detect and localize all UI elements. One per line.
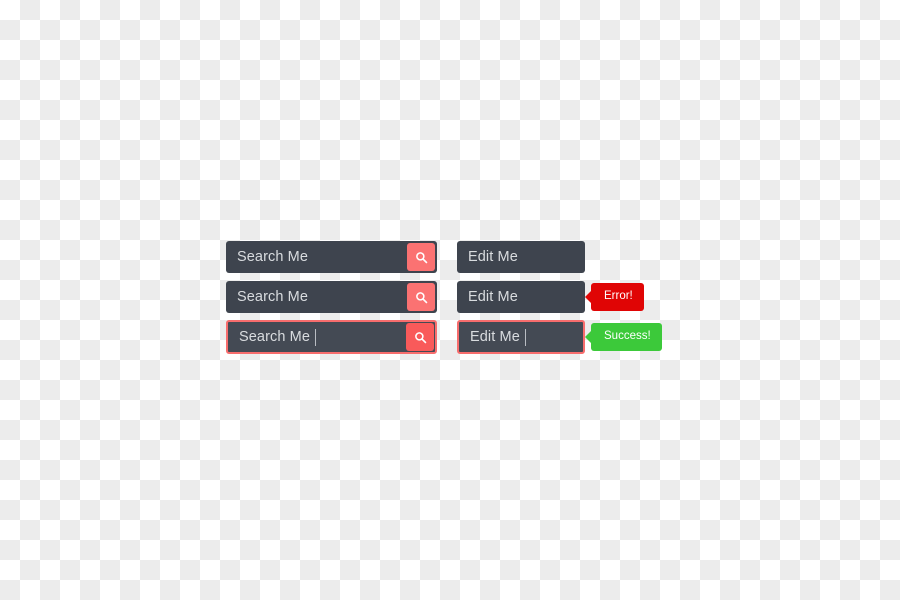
edit-input-focused[interactable]: Edit Me [457, 320, 585, 354]
search-input-group-focused[interactable]: Search Me [226, 320, 437, 354]
edit-input[interactable]: Edit Me [457, 241, 585, 273]
status-badge-success: Success! [591, 323, 662, 351]
search-icon [415, 251, 428, 264]
search-icon [414, 331, 427, 344]
input-widget-stage: Search Me Edit Me Search Me Edit Me Erro… [226, 241, 662, 357]
search-icon [415, 291, 428, 304]
search-input-value: Search Me [237, 248, 309, 265]
search-input[interactable]: Search Me [226, 241, 407, 273]
edit-input-wrapper: Edit Me [457, 241, 591, 273]
edit-input-wrapper: Edit Me Error! [457, 281, 644, 313]
status-badge-label: Error! [604, 290, 633, 303]
search-input[interactable]: Search Me [228, 322, 406, 352]
edit-input-value: Edit Me [468, 248, 518, 265]
search-input-value: Search Me [237, 288, 309, 305]
edit-input-value: Edit Me [470, 328, 520, 345]
widget-row: Search Me Edit Me Error! [226, 281, 656, 313]
search-input-group[interactable]: Search Me [226, 241, 437, 273]
text-caret [524, 328, 526, 346]
edit-input-value: Edit Me [468, 288, 518, 305]
text-caret [315, 328, 317, 346]
search-input[interactable]: Search Me [226, 281, 407, 313]
status-badge-label: Success! [604, 330, 651, 343]
status-badge-error: Error! [591, 283, 644, 311]
search-input-value: Search Me [239, 328, 311, 345]
widget-row: Search Me Edit Me Success! [226, 320, 662, 354]
search-submit-button[interactable] [407, 243, 435, 271]
search-input-group[interactable]: Search Me [226, 281, 437, 313]
edit-input-wrapper: Edit Me Success! [457, 320, 662, 354]
edit-input[interactable]: Edit Me [457, 281, 585, 313]
widget-row: Search Me Edit Me [226, 241, 656, 273]
search-submit-button[interactable] [407, 283, 435, 311]
search-submit-button[interactable] [406, 323, 434, 351]
